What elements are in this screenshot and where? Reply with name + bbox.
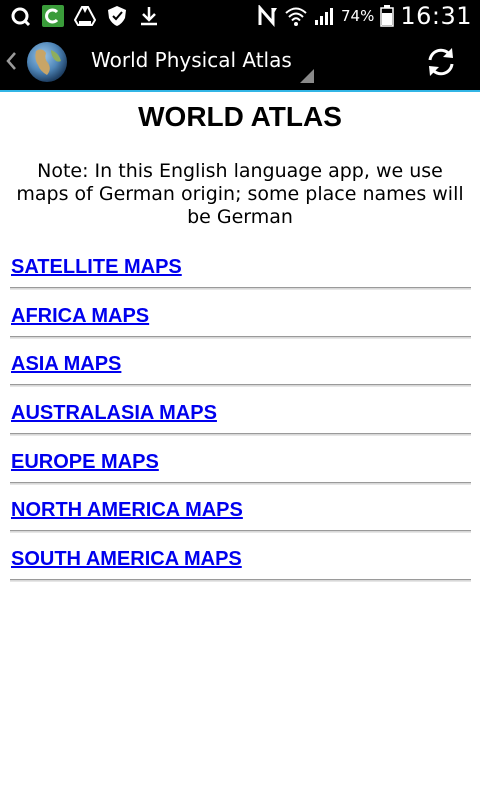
app-title[interactable]: World Physical Atlas [91, 48, 292, 76]
divider [10, 481, 471, 485]
divider [10, 287, 471, 290]
signal-icon [314, 8, 333, 25]
status-bar: 74% 16:31 [0, 0, 480, 32]
list-item: NORTH AMERICA MAPS [0, 495, 480, 544]
list-item: SATELLITE MAPS [0, 252, 480, 301]
battery-icon [380, 5, 395, 27]
nfc-icon [258, 5, 277, 27]
satellite-maps-link[interactable]: SATELLITE MAPS [11, 256, 182, 279]
north-america-maps-link[interactable]: NORTH AMERICA MAPS [11, 499, 243, 522]
asia-maps-link[interactable]: ASIA MAPS [11, 353, 121, 376]
list-item: AUSTRALASIA MAPS [0, 398, 480, 447]
page-title: WORLD ATLAS [138, 101, 342, 132]
list-item: AFRICA MAPS [0, 301, 480, 350]
list-item: EUROPE MAPS [0, 447, 480, 496]
download-icon [141, 7, 157, 26]
list-item: ASIA MAPS [0, 349, 480, 398]
action-bar-accent-line [0, 90, 480, 92]
divider [10, 433, 471, 437]
shield-icon [108, 6, 126, 26]
battery-percent: 74% [340, 7, 375, 25]
system-icons: 74% 16:31 [257, 0, 472, 32]
australasia-maps-link[interactable]: AUSTRALASIA MAPS [11, 402, 217, 425]
status-clock: 16:31 [400, 2, 472, 30]
notification-icons [10, 4, 160, 28]
dropdown-indicator-icon[interactable] [298, 67, 314, 83]
c-app-icon [42, 5, 64, 27]
refresh-icon[interactable] [424, 45, 458, 79]
divider [10, 579, 471, 583]
wifi-icon [285, 7, 307, 26]
map-list: SATELLITE MAPS AFRICA MAPS ASIA MAPS AUS… [0, 252, 480, 593]
action-bar: World Physical Atlas [0, 32, 480, 90]
language-note: Note: In this English language app, we u… [16, 160, 464, 228]
list-item: SOUTH AMERICA MAPS [0, 544, 480, 593]
q-notification-icon [11, 7, 31, 27]
europe-maps-link[interactable]: EUROPE MAPS [11, 451, 159, 474]
divider [10, 530, 471, 534]
south-america-maps-link[interactable]: SOUTH AMERICA MAPS [11, 548, 242, 571]
divider [10, 384, 471, 388]
drive-icon [74, 6, 96, 26]
globe-icon[interactable] [26, 41, 68, 83]
back-chevron-icon[interactable] [4, 50, 18, 72]
africa-maps-link[interactable]: AFRICA MAPS [11, 305, 149, 328]
divider [10, 335, 471, 339]
